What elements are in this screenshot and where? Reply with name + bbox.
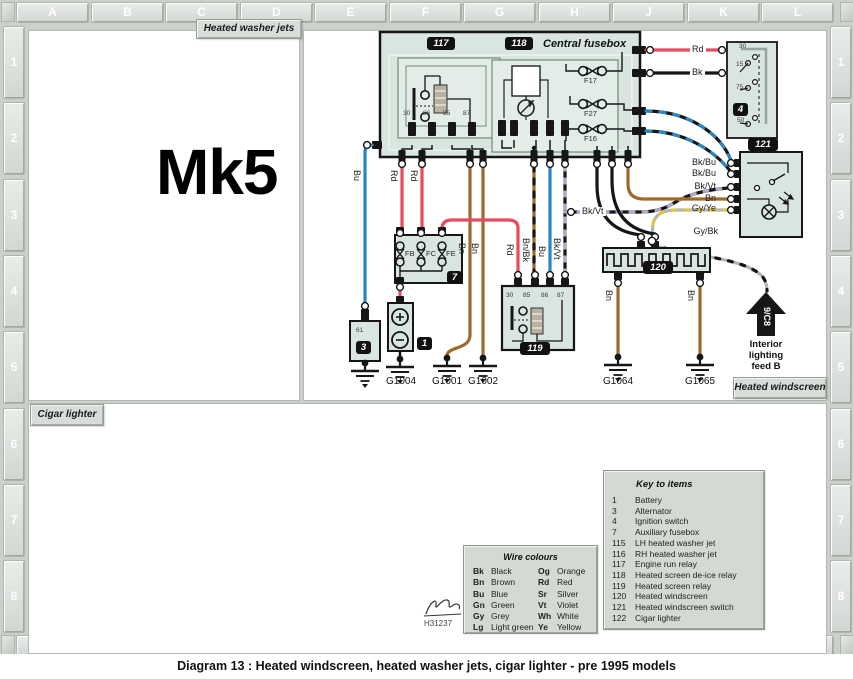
component-badge-7: 7 bbox=[447, 271, 462, 284]
wire-label: Bu bbox=[352, 170, 361, 181]
ground-label: G1004 bbox=[379, 376, 423, 387]
wire-label: Bk/Vt bbox=[580, 207, 606, 216]
terminal-label: 50 bbox=[737, 117, 744, 124]
key-item: 115LH heated washer jet bbox=[612, 538, 764, 549]
terminal-label: 87 bbox=[463, 110, 470, 117]
key-to-items-title: Key to items bbox=[604, 471, 764, 495]
wire-colours-box: Wire colours BkBlackOgOrange BnBrownRdRe… bbox=[463, 545, 598, 634]
component-badge-1: 1 bbox=[417, 337, 432, 350]
key-item: 3Alternator bbox=[612, 506, 764, 517]
wire-label: Gy/Bk bbox=[666, 227, 718, 236]
diagram-viewer: A B C D E F G H J K L A B C D E F G H J … bbox=[0, 0, 853, 679]
terminal-label: 86 bbox=[423, 110, 430, 117]
terminal-label: 86 bbox=[541, 292, 548, 299]
relay-119 bbox=[502, 278, 574, 350]
key-item: 118Heated screen de-ice relay bbox=[612, 570, 764, 581]
key-item: 7Auxiliary fusebox bbox=[612, 527, 764, 538]
component-badge-117: 117 bbox=[427, 37, 455, 50]
ground-label: G1002 bbox=[461, 376, 505, 387]
terminal-label: 75 bbox=[736, 84, 743, 91]
wire-label: Rd bbox=[505, 244, 514, 256]
component-badge-120: 120 bbox=[643, 261, 673, 274]
ground-label: G1065 bbox=[678, 376, 722, 387]
wire-label: Bk/Vt bbox=[664, 182, 716, 191]
ignition-switch bbox=[727, 42, 777, 138]
terminal-label: 61 bbox=[356, 327, 363, 334]
heated-windscreen-switch bbox=[734, 152, 802, 237]
wire-label: Bk/Bu bbox=[664, 158, 716, 167]
component-badge-3: 3 bbox=[356, 341, 371, 354]
component-badge-118: 118 bbox=[505, 37, 533, 50]
fuse-label: FC bbox=[426, 250, 436, 258]
key-item: 120Heated windscreen bbox=[612, 591, 764, 602]
terminal-label: 85 bbox=[523, 292, 530, 299]
signature-scribble bbox=[424, 600, 461, 616]
wire-label: Rd bbox=[409, 170, 418, 182]
feed-arrow-code: 9/C8 bbox=[762, 307, 771, 326]
wire-colours-table: BkBlackOgOrange BnBrownRdRed BuBlueSrSil… bbox=[473, 566, 597, 634]
component-badge-121: 121 bbox=[748, 138, 778, 151]
component-badge-4: 4 bbox=[733, 103, 748, 116]
wire-label: Bu bbox=[537, 246, 546, 257]
diagram-caption: Diagram 13 : Heated windscreen, heated w… bbox=[0, 654, 853, 679]
key-item: 116RH heated washer jet bbox=[612, 549, 764, 560]
wire-label: Bn bbox=[457, 243, 466, 254]
key-item: 117Engine run relay bbox=[612, 559, 764, 570]
fuse-label: F17 bbox=[584, 77, 597, 85]
key-item: 119Heated screen relay bbox=[612, 581, 764, 592]
section-label-heated-windscreen[interactable]: Heated windscreen bbox=[733, 377, 827, 399]
wire-label: Bk/Vt bbox=[552, 238, 561, 260]
wire-label: Bn bbox=[604, 290, 613, 301]
wire-label: Gy/Ye bbox=[664, 204, 716, 213]
wire-colours-title: Wire colours bbox=[464, 546, 597, 562]
terminal-label: 30 bbox=[506, 292, 513, 299]
central-fusebox-title: Central fusebox bbox=[543, 38, 626, 50]
feed-arrow-caption: feed B bbox=[726, 361, 806, 372]
fuse-label: FB bbox=[405, 250, 415, 258]
fuse-label: F27 bbox=[584, 110, 597, 118]
section-label-cigar-lighter[interactable]: Cigar lighter bbox=[30, 404, 104, 426]
wire-label: Bn bbox=[664, 194, 716, 203]
terminal-label: 30 bbox=[403, 110, 410, 117]
wire-label: Bn bbox=[686, 290, 695, 301]
wire-label: Bn/Bk bbox=[521, 238, 530, 262]
section-label-heated-washer-jets[interactable]: Heated washer jets bbox=[196, 19, 302, 39]
battery bbox=[388, 296, 413, 351]
component-badge-119: 119 bbox=[520, 342, 550, 355]
wire-label: Bk bbox=[690, 68, 705, 77]
key-item: 4Ignition switch bbox=[612, 516, 764, 527]
wire-label: Bn bbox=[470, 243, 479, 254]
key-item: 1Battery bbox=[612, 495, 764, 506]
central-fusebox bbox=[372, 32, 646, 162]
key-to-items-box: Key to items 1Battery 3Alternator 4Ignit… bbox=[603, 470, 765, 630]
wire-label: Rd bbox=[389, 170, 398, 182]
signature-number: H31237 bbox=[424, 620, 452, 628]
fuse-label: F16 bbox=[584, 135, 597, 143]
wire-label: Bk/Bu bbox=[664, 169, 716, 178]
terminal-label: 85 bbox=[443, 110, 450, 117]
fuse-label: FE bbox=[446, 250, 456, 258]
key-item: 122Cigar lighter bbox=[612, 613, 764, 624]
wire-label: Rd bbox=[690, 45, 706, 54]
terminal-label: 15 bbox=[736, 61, 743, 68]
feed-arrow-caption: lighting bbox=[726, 350, 806, 361]
feed-arrow-caption: Interior bbox=[726, 339, 806, 350]
key-item: 121Heated windscreen switch bbox=[612, 602, 764, 613]
terminal-label: 30 bbox=[739, 43, 746, 50]
ground-label: G1064 bbox=[596, 376, 640, 387]
terminal-label: 87 bbox=[557, 292, 564, 299]
